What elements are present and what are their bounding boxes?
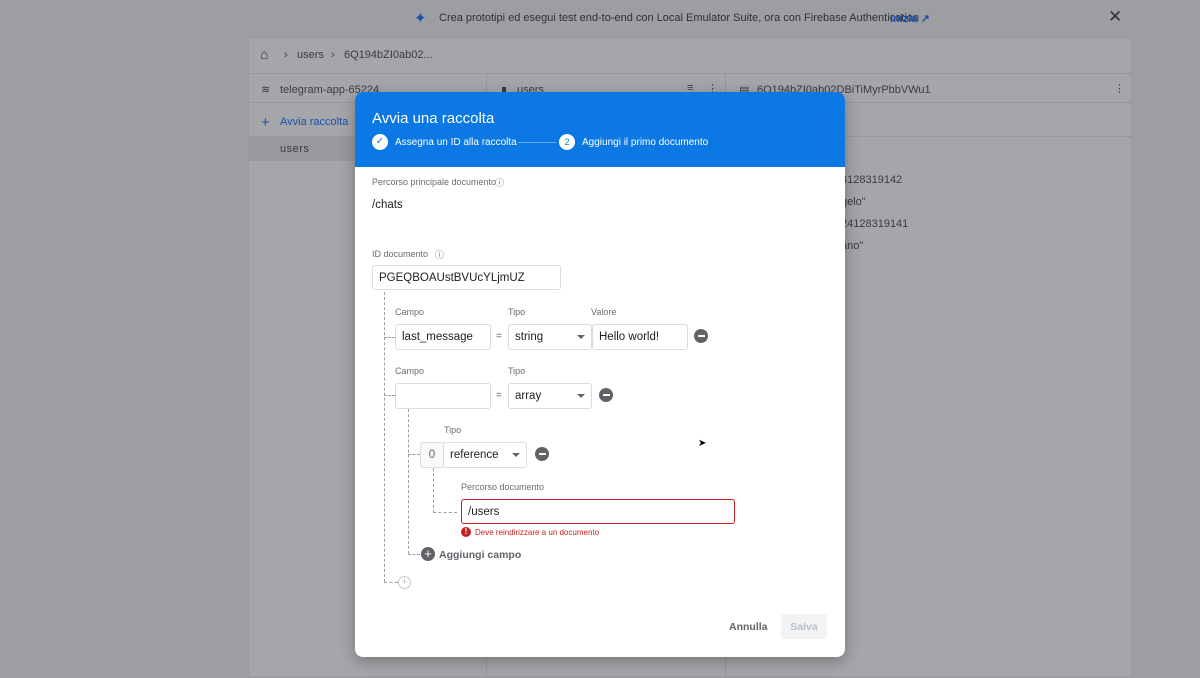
doc-id-input[interactable]: PGEQBOAUstBVUcYLjmUZ: [372, 265, 561, 290]
type-label: Tipo: [508, 307, 526, 317]
parent-path: /chats: [372, 199, 403, 211]
add-collection-button[interactable]: Avvia raccolta: [280, 116, 348, 128]
type-select[interactable]: string: [508, 324, 592, 350]
step-1: Assegna un ID alla raccolta: [395, 137, 517, 148]
mouse-cursor: ➤: [698, 438, 707, 449]
dialog-title: Avvia una raccolta: [372, 110, 495, 127]
field-label: Campo: [395, 366, 425, 376]
dialog-header: Avvia una raccolta ✓ Assegna un ID alla …: [355, 92, 845, 167]
field-label: Campo: [395, 307, 425, 317]
dropdown-arrow-icon: [577, 394, 585, 398]
type-label: Tipo: [444, 425, 462, 435]
step-2-number: 2: [559, 134, 575, 150]
dropdown-arrow-icon: [577, 335, 585, 339]
help-icon[interactable]: ⓘ: [435, 248, 444, 261]
save-button[interactable]: Salva: [781, 614, 827, 639]
value-label: Valore: [591, 307, 617, 317]
close-icon[interactable]: ✕: [1108, 7, 1122, 27]
breadcrumb-item[interactable]: 6Q194bZI0ab02...: [344, 49, 433, 61]
remove-field-icon[interactable]: [694, 329, 708, 343]
doc-path-input[interactable]: /users: [461, 499, 735, 524]
dropdown-arrow-icon: [512, 453, 520, 457]
breadcrumb-item[interactable]: users: [297, 49, 324, 61]
error-message: Deve reindirizzare a un documento: [475, 528, 600, 537]
parent-path-label: Percorso principale documento: [372, 177, 497, 187]
doc-id-label: ID documento: [372, 249, 429, 259]
array-item-type-select[interactable]: reference: [443, 442, 527, 468]
doc-path-label: Percorso documento: [461, 482, 545, 492]
more-icon[interactable]: ⋮: [1114, 82, 1125, 95]
help-icon[interactable]: ⓘ: [495, 176, 504, 189]
project-icon: ≋: [261, 84, 271, 96]
remove-field-icon[interactable]: [599, 388, 613, 402]
sparkle-icon: ✦: [414, 10, 427, 27]
external-link-icon: ↗: [920, 13, 930, 25]
cancel-button[interactable]: Annulla: [729, 621, 768, 633]
start-collection-dialog: Avvia una raccolta ✓ Assegna un ID alla …: [355, 92, 845, 657]
promo-banner: ✦ Crea prototipi ed esegui test end-to-e…: [0, 0, 1200, 36]
plus-icon: +: [261, 114, 270, 131]
home-icon[interactable]: ⌂: [260, 46, 268, 62]
type-select[interactable]: array: [508, 383, 592, 409]
banner-text: Crea prototipi ed esegui test end-to-end…: [439, 12, 920, 24]
field-value-input[interactable]: Hello world!: [592, 324, 688, 350]
banner-link[interactable]: Inizia ↗: [890, 12, 930, 25]
field-name-input[interactable]: last_message: [395, 324, 491, 350]
array-index: 0: [420, 442, 444, 468]
remove-item-icon[interactable]: [535, 447, 549, 461]
add-field-button[interactable]: Aggiungi campo: [439, 549, 521, 561]
type-label: Tipo: [508, 366, 526, 376]
field-value: 4128319142: [841, 174, 903, 186]
error-icon: !: [461, 527, 471, 537]
field-value: 24128319141: [841, 218, 909, 230]
step-2: Aggiungi il primo documento: [582, 137, 709, 148]
field-name-input[interactable]: [395, 383, 491, 409]
add-field-icon[interactable]: +: [398, 576, 411, 589]
add-icon[interactable]: +: [421, 547, 435, 561]
check-icon: ✓: [372, 134, 388, 150]
